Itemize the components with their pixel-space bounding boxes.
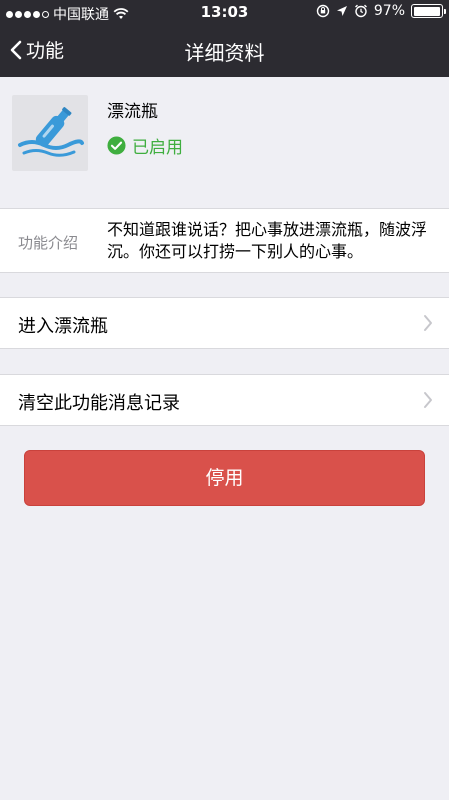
feature-intro: 功能介绍 不知道跟谁说话？把心事放进漂流瓶，随波浮沉。你还可以打捞一下别人的心事…	[0, 208, 449, 273]
status-text: 已启用	[132, 138, 183, 158]
battery-icon	[411, 4, 446, 18]
battery-percent: 97%	[373, 3, 405, 19]
app-header: 漂流瓶 已启用	[0, 77, 449, 189]
enter-drift-bottle-row[interactable]: 进入漂流瓶	[0, 297, 449, 349]
location-icon	[336, 6, 347, 16]
status-badge: 已启用	[107, 133, 183, 158]
battery-fill	[413, 6, 440, 16]
app-name: 漂流瓶	[107, 102, 158, 122]
intro-label: 功能介绍	[18, 234, 79, 252]
row-label: 进入漂流瓶	[18, 316, 108, 337]
clear-messages-row[interactable]: 清空此功能消息记录	[0, 374, 449, 426]
disable-button[interactable]: 停用	[24, 450, 425, 506]
chevron-right-icon	[424, 315, 432, 331]
check-circle-icon	[107, 136, 126, 155]
rotation-lock-icon	[316, 4, 330, 18]
page-title: 详细资料	[184, 41, 265, 65]
intro-text: 不知道跟谁说话？把心事放进漂流瓶，随波浮沉。你还可以打捞一下别人的心事。	[107, 220, 428, 261]
status-bar: 中国联通 13:03 97%	[0, 0, 449, 24]
bottle-icon	[12, 95, 88, 171]
top-bar: 中国联通 13:03 97% 功能 详细资料	[0, 0, 449, 77]
navigation-bar: 功能 详细资料	[0, 24, 449, 77]
chevron-right-icon	[424, 392, 432, 408]
row-label: 清空此功能消息记录	[18, 393, 180, 414]
alarm-icon	[354, 4, 367, 18]
status-right: 97%	[316, 3, 446, 19]
